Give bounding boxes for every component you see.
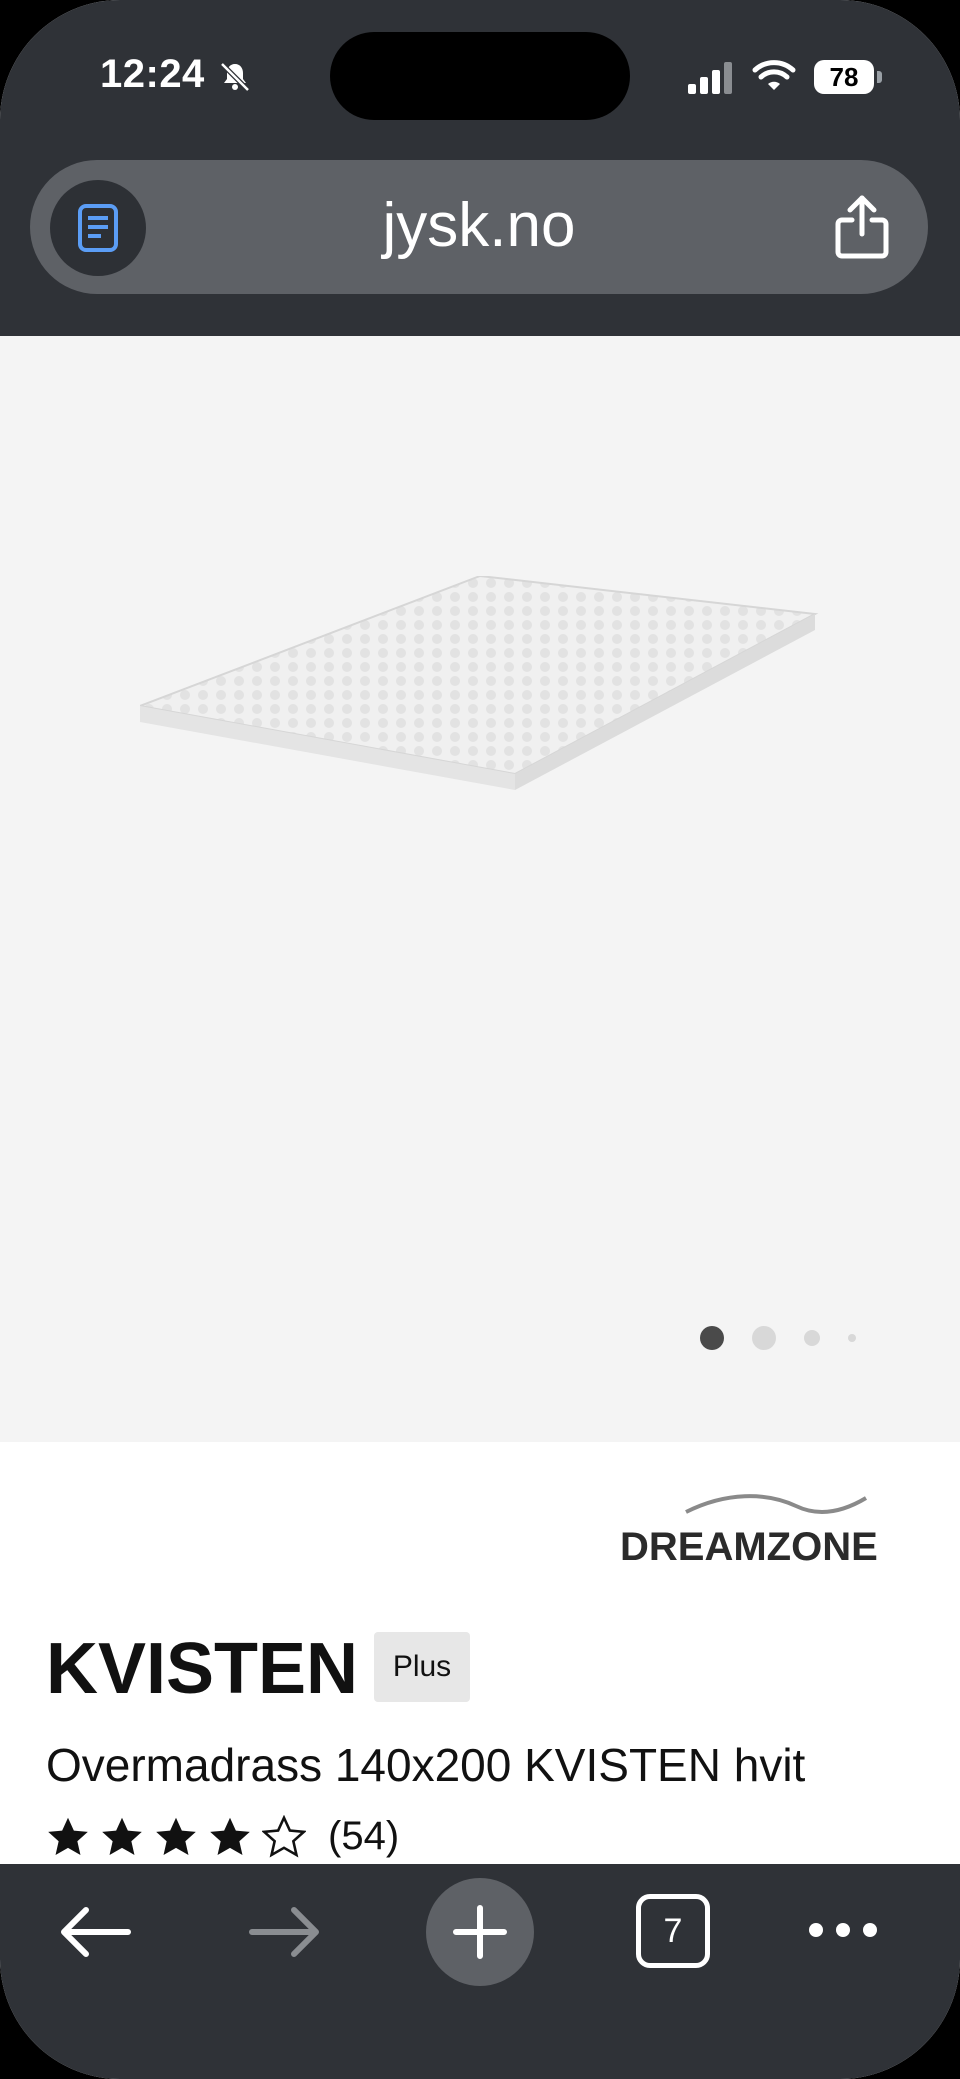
plus-icon bbox=[453, 1905, 507, 1959]
rating[interactable]: (54) bbox=[46, 1814, 399, 1859]
more-button[interactable] bbox=[806, 1910, 880, 1950]
share-icon[interactable] bbox=[832, 194, 892, 260]
product-image-carousel[interactable] bbox=[0, 336, 960, 1442]
dynamic-island bbox=[330, 32, 630, 120]
carousel-dot-3[interactable] bbox=[804, 1330, 820, 1346]
brand-logo[interactable]: DREAMZONE bbox=[616, 1490, 916, 1570]
carousel-dot-4[interactable] bbox=[848, 1334, 856, 1342]
signal-icon bbox=[688, 62, 732, 94]
back-button[interactable] bbox=[56, 1904, 132, 1960]
address-bar[interactable]: jysk.no bbox=[30, 160, 928, 294]
carousel-dot-1[interactable] bbox=[700, 1326, 724, 1350]
brand-text: DREAMZONE bbox=[620, 1525, 878, 1569]
star-filled-icon bbox=[210, 1817, 250, 1855]
carousel-dot-2[interactable] bbox=[752, 1326, 776, 1350]
back-arrow-icon bbox=[61, 1907, 131, 1957]
phone-screen: 12:24 78 jysk.no DREAMZONE KVISTEN Plus … bbox=[0, 0, 960, 2079]
forward-button[interactable] bbox=[248, 1904, 324, 1960]
forward-arrow-icon bbox=[249, 1907, 319, 1957]
review-count[interactable]: (54) bbox=[328, 1814, 399, 1859]
more-icon bbox=[809, 1923, 877, 1937]
star-filled-icon bbox=[102, 1817, 142, 1855]
url-text[interactable]: jysk.no bbox=[30, 190, 928, 261]
new-tab-button[interactable] bbox=[426, 1878, 534, 1986]
status-time: 12:24 bbox=[100, 52, 205, 96]
mattress-image bbox=[140, 576, 819, 790]
tabs-icon: 7 bbox=[636, 1894, 710, 1968]
plus-badge: Plus bbox=[374, 1632, 470, 1702]
product-description: Overmadrass 140x200 KVISTEN hvit bbox=[46, 1739, 806, 1791]
browser-bottom-toolbar: 7 bbox=[0, 1864, 960, 2079]
product-title: KVISTEN bbox=[46, 1629, 359, 1709]
bell-slash-icon bbox=[220, 62, 250, 92]
star-filled-icon bbox=[156, 1817, 196, 1855]
wifi-icon bbox=[752, 60, 796, 90]
carousel-dots[interactable] bbox=[700, 1326, 884, 1350]
browser-top-chrome: 12:24 78 jysk.no bbox=[0, 0, 960, 336]
star-empty-icon bbox=[262, 1814, 306, 1858]
star-filled-icon bbox=[48, 1817, 88, 1855]
battery-icon: 78 bbox=[814, 60, 882, 94]
tabs-button[interactable]: 7 bbox=[636, 1894, 710, 1968]
